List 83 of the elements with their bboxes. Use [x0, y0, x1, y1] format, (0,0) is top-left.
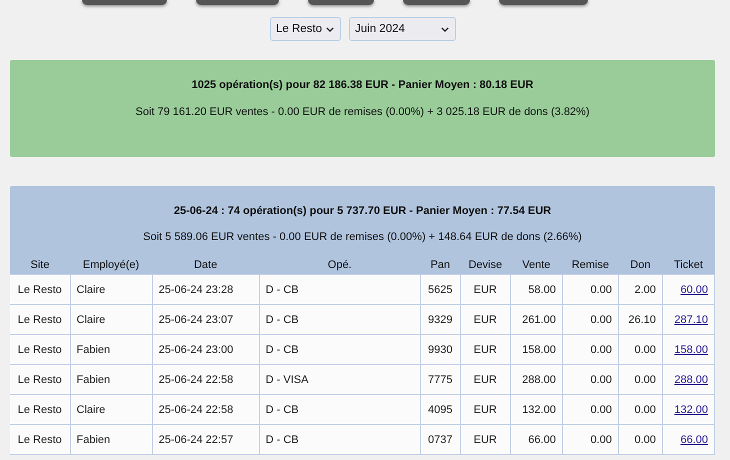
table-cell: Claire	[70, 394, 152, 424]
table-cell: EUR	[460, 334, 510, 364]
table-cell: 4095	[420, 394, 460, 424]
column-header: Don	[618, 256, 662, 274]
summary-title: 1025 opération(s) pour 82 186.38 EUR - Panier Moyen : 80.18 EUR	[190, 79, 534, 91]
chevron-down-icon	[326, 26, 334, 32]
column-header: Site	[10, 256, 70, 274]
table-cell: D - CB	[259, 424, 420, 454]
table-cell: 0.00	[562, 304, 618, 334]
table-cell: Fabien	[70, 424, 152, 454]
table-cell: D - CB	[259, 304, 420, 334]
table-cell: 288.00	[510, 364, 562, 394]
ticket-link[interactable]: 288.00	[674, 374, 708, 386]
table-cell: 0.00	[562, 424, 618, 454]
table-cell: 25-06-24 22:57	[152, 424, 260, 454]
table-cell: Le Resto	[10, 274, 70, 304]
table-cell: Le Resto	[10, 424, 70, 454]
column-header: Vente	[510, 256, 562, 274]
ticket-link[interactable]: 132.00	[674, 404, 708, 416]
table-cell: 2.00	[618, 274, 662, 304]
table-cell: D - CB	[259, 274, 420, 304]
table-cell: 9329	[420, 304, 460, 334]
day-title: 25-06-24 : 74 opération(s) pour 5 737.70 EUR - Panier Moyen : 77.54 EUR	[172, 205, 552, 217]
table-cell: 261.00	[510, 304, 562, 334]
toolbar-button[interactable]	[403, 0, 470, 5]
toolbar-button[interactable]	[308, 0, 374, 5]
column-header: Ticket	[662, 256, 714, 274]
table-cell: 0.00	[562, 274, 618, 304]
ticket-link[interactable]: 60.00	[680, 284, 708, 296]
ticket-link[interactable]: 287.10	[674, 314, 708, 326]
table-cell: 25-06-24 23:28	[152, 274, 260, 304]
toolbar-button[interactable]	[196, 0, 279, 5]
table-cell: 0.00	[618, 424, 662, 454]
table-cell: Le Resto	[10, 334, 70, 364]
table-cell: Claire	[70, 274, 152, 304]
table-cell: 25-06-24 22:58	[152, 394, 260, 424]
toolbar-button[interactable]	[499, 0, 588, 5]
column-header: Pan	[420, 256, 460, 274]
table-cell: Claire	[70, 304, 152, 334]
column-header: Date	[152, 256, 260, 274]
table-cell: 25-06-24 23:00	[152, 334, 260, 364]
chevron-down-icon	[441, 26, 450, 32]
table-cell: EUR	[460, 304, 510, 334]
table-cell: 26.10	[618, 304, 662, 334]
ticket-link[interactable]: 158.00	[674, 344, 708, 356]
table-cell: EUR	[460, 394, 510, 424]
table-cell: D - CB	[259, 334, 420, 364]
table-cell: EUR	[460, 364, 510, 394]
table-cell: 25-06-24 23:07	[152, 304, 260, 334]
summary-detail: Soit 79 161.20 EUR ventes - 0.00 EUR de remises (0.00%) + 3 025.18 EUR de dons (3.82%)	[134, 106, 590, 118]
column-header: Remise	[562, 256, 618, 274]
table-cell: Le Resto	[10, 394, 70, 424]
table-cell: EUR	[460, 274, 510, 304]
day-detail: Soit 5 589.06 EUR ventes - 0.00 EUR de remises (0.00%) + 148.64 EUR de dons (2.66%)	[142, 231, 583, 243]
dropdown[interactable]: Juin 2024	[349, 17, 456, 41]
table-cell: 132.00	[510, 394, 562, 424]
table-cell: 66.00	[510, 424, 562, 454]
column-header: Devise	[460, 256, 510, 274]
table-cell: 0737	[420, 424, 460, 454]
column-header: Employé(e)	[70, 256, 152, 274]
ticket-link[interactable]: 66.00	[680, 434, 708, 446]
table-cell: 58.00	[510, 274, 562, 304]
table-cell: Fabien	[70, 334, 152, 364]
table-cell: 158.00	[510, 334, 562, 364]
table-cell: 7775	[420, 364, 460, 394]
table-cell: 0.00	[562, 364, 618, 394]
column-header: Opé.	[259, 256, 420, 274]
table-cell: D - VISA	[259, 364, 420, 394]
table-cell: 0.00	[618, 394, 662, 424]
table-cell: 0.00	[618, 364, 662, 394]
table-cell: Le Resto	[10, 304, 70, 334]
table-cell: D - CB	[259, 394, 420, 424]
table-cell: 5625	[420, 274, 460, 304]
table-cell: 9930	[420, 334, 460, 364]
table-cell: 0.00	[562, 394, 618, 424]
dropdown[interactable]: Le Resto	[270, 17, 342, 41]
table-cell: EUR	[460, 424, 510, 454]
table-cell: 0.00	[618, 334, 662, 364]
table-cell: 25-06-24 22:58	[152, 364, 260, 394]
table-cell: Le Resto	[10, 364, 70, 394]
table-cell: Fabien	[70, 364, 152, 394]
toolbar-button[interactable]	[82, 0, 167, 5]
table-cell: 0.00	[562, 334, 618, 364]
